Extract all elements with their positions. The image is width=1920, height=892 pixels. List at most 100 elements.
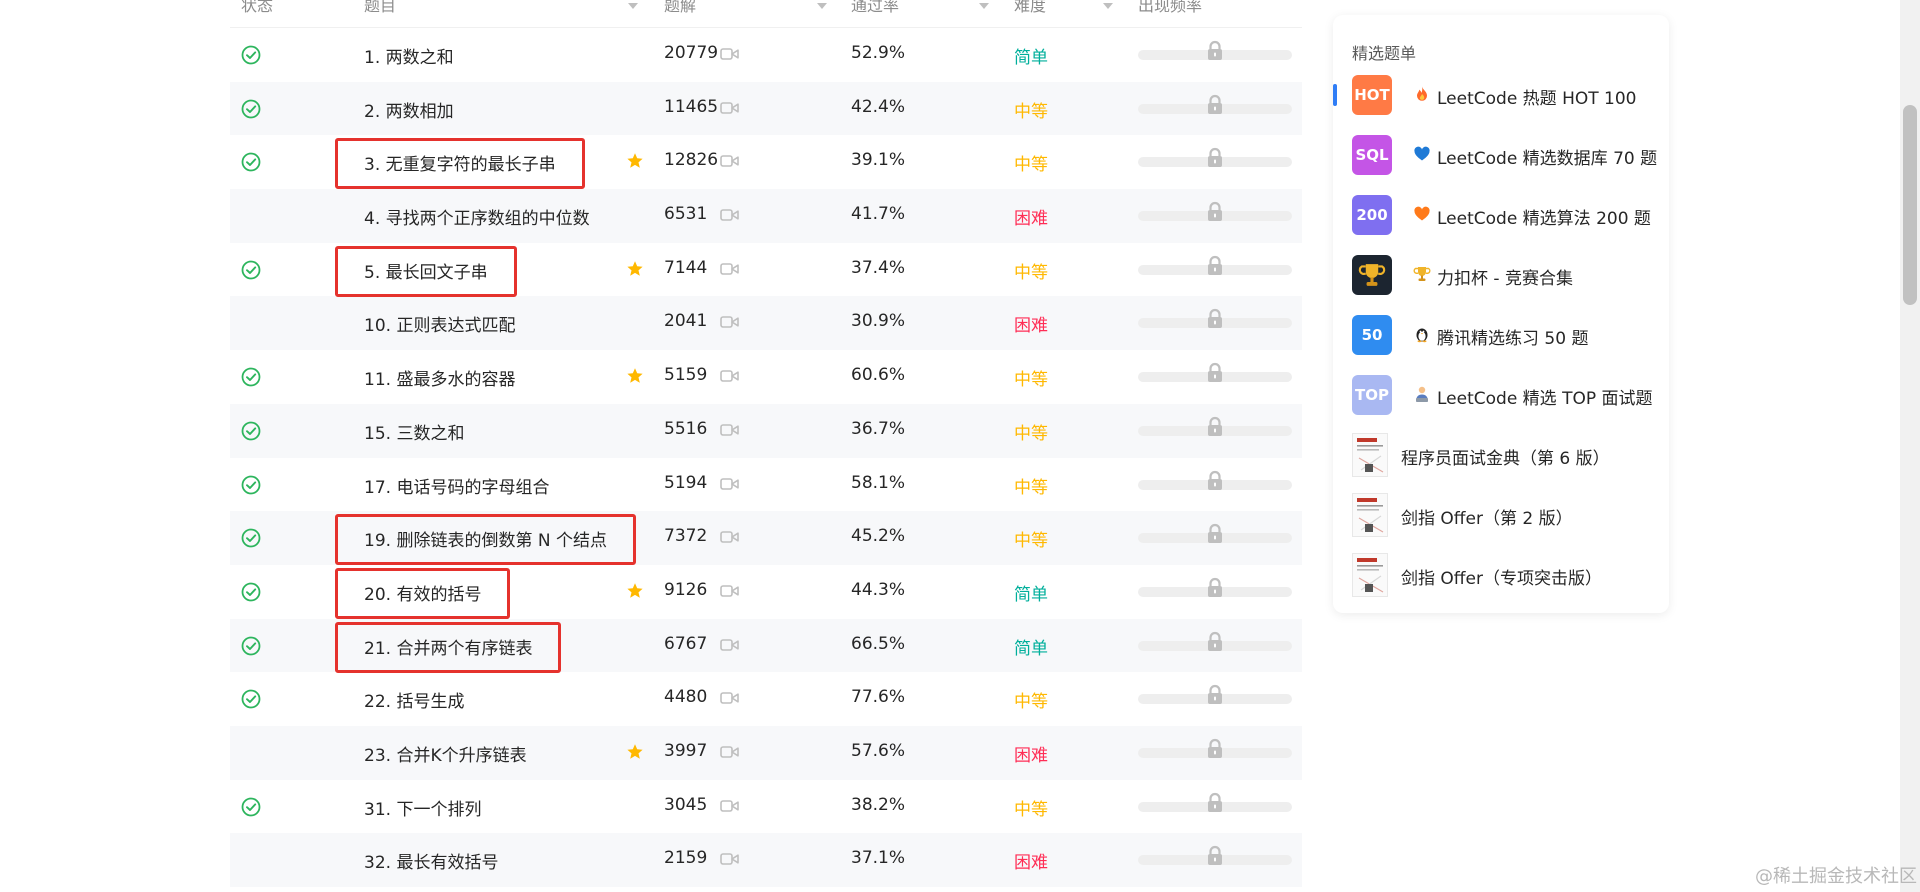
video-icon[interactable] [720, 101, 739, 115]
problem-title-link[interactable]: 10. 正则表达式匹配 [364, 311, 515, 336]
solution-count[interactable]: 20779 [664, 43, 718, 63]
solution-count[interactable]: 4480 [664, 687, 707, 707]
featured-list-item[interactable]: 200 LeetCode 精选算法 200 题 [1333, 193, 1669, 237]
solution-count[interactable]: 5159 [664, 365, 707, 385]
sort-acceptance-icon[interactable] [979, 3, 989, 9]
video-icon[interactable] [720, 208, 739, 222]
sort-difficulty-icon[interactable] [1103, 3, 1113, 9]
featured-list-label[interactable]: LeetCode 精选 TOP 面试题 [1437, 384, 1653, 409]
difficulty-label: 中等 [1014, 262, 1048, 283]
table-row[interactable]: 15. 三数之和 5516 36.7% 中等 [230, 403, 1302, 458]
problem-title-link[interactable]: 15. 三数之和 [364, 419, 464, 444]
table-row[interactable]: 4. 寻找两个正序数组的中位数 6531 41.7% 困难 [230, 189, 1302, 243]
featured-list-label[interactable]: LeetCode 精选算法 200 题 [1437, 204, 1651, 229]
header-status[interactable]: 状态 [241, 0, 273, 16]
book-cover-art [1357, 438, 1384, 473]
problem-title-link[interactable]: 2. 两数相加 [364, 97, 454, 122]
solution-count[interactable]: 2041 [664, 311, 707, 331]
header-title[interactable]: 题目 [364, 0, 396, 16]
table-row[interactable]: 11. 盛最多水的容器 5159 60.6% 中等 [230, 350, 1302, 404]
solution-count[interactable]: 6767 [664, 634, 707, 654]
video-icon[interactable] [720, 530, 739, 544]
list-cover-image [1352, 255, 1392, 295]
table-row[interactable]: 32. 最长有效括号 2159 37.1% 困难 [230, 833, 1302, 887]
solution-count[interactable]: 9126 [664, 580, 707, 600]
scrollbar-thumb[interactable] [1903, 105, 1917, 305]
lock-icon [1208, 577, 1222, 597]
video-icon[interactable] [720, 315, 739, 329]
list-cover-image: SQL [1352, 135, 1392, 175]
video-icon[interactable] [720, 745, 739, 759]
problem-title-link[interactable]: 31. 下一个排列 [364, 795, 481, 820]
solution-count[interactable]: 3045 [664, 795, 707, 815]
blue-heart-icon [1414, 146, 1430, 161]
solution-count[interactable]: 5516 [664, 419, 707, 439]
solution-count[interactable]: 11465 [664, 97, 718, 117]
solution-count[interactable]: 2159 [664, 848, 707, 868]
featured-list-label[interactable]: LeetCode 热题 HOT 100 [1437, 84, 1636, 109]
list-cover-label: HOT [1354, 86, 1390, 104]
solved-check-icon [241, 689, 261, 709]
list-cover-image: HOT [1352, 75, 1392, 115]
featured-list-item[interactable]: 力扣杯 - 竞赛合集 [1333, 253, 1669, 297]
acceptance-rate: 57.6% [851, 740, 906, 761]
sort-title-icon[interactable] [628, 3, 638, 9]
solution-count[interactable]: 7144 [664, 258, 707, 278]
table-row[interactable]: 31. 下一个排列 3045 38.2% 中等 [230, 780, 1302, 834]
difficulty-label: 简单 [1014, 584, 1048, 605]
solution-count[interactable]: 6531 [664, 204, 707, 224]
table-row[interactable]: 22. 括号生成 4480 77.6% 中等 [230, 672, 1302, 726]
header-difficulty[interactable]: 难度 [1014, 0, 1046, 16]
video-icon[interactable] [720, 154, 739, 168]
problem-title-link[interactable]: 23. 合并K个升序链表 [364, 741, 527, 766]
featured-list-item[interactable]: SQL LeetCode 精选数据库 70 题 [1333, 133, 1669, 177]
solution-count[interactable]: 7372 [664, 526, 707, 546]
problem-title-link[interactable]: 4. 寻找两个正序数组的中位数 [364, 204, 590, 229]
solution-count[interactable]: 12826 [664, 150, 718, 170]
header-acceptance[interactable]: 通过率 [851, 0, 899, 16]
featured-lists-panel: 精选题单 HOT LeetCode 热题 HOT 100 SQL LeetCode 精… [1333, 15, 1669, 613]
featured-list-label[interactable]: 力扣杯 - 竞赛合集 [1437, 264, 1573, 289]
problem-title-link[interactable]: 22. 括号生成 [364, 687, 464, 712]
problem-title-link[interactable]: 1. 两数之和 [364, 43, 454, 68]
video-icon[interactable] [720, 477, 739, 491]
solution-count[interactable]: 5194 [664, 473, 707, 493]
featured-list-label[interactable]: LeetCode 精选数据库 70 题 [1437, 144, 1657, 169]
featured-list-label[interactable]: 剑指 Offer（第 2 版） [1401, 504, 1573, 529]
table-row[interactable]: 23. 合并K个升序链表 3997 57.6% 困难 [230, 725, 1302, 780]
video-icon[interactable] [720, 262, 739, 276]
featured-list-item[interactable]: 剑指 Offer（第 2 版） [1333, 493, 1669, 537]
problem-title-link[interactable]: 11. 盛最多水的容器 [364, 365, 515, 390]
problem-title-link[interactable]: 32. 最长有效括号 [364, 848, 498, 873]
featured-list-item[interactable]: HOT LeetCode 热题 HOT 100 [1333, 73, 1669, 117]
video-icon[interactable] [720, 691, 739, 705]
featured-list-item[interactable]: 剑指 Offer（专项突击版） [1333, 553, 1669, 597]
featured-list-label[interactable]: 剑指 Offer（专项突击版） [1401, 564, 1602, 589]
header-solutions[interactable]: 题解 [664, 0, 696, 16]
video-icon[interactable] [720, 369, 739, 383]
featured-list-item[interactable]: TOP LeetCode 精选 TOP 面试题 [1333, 373, 1669, 417]
video-icon[interactable] [720, 852, 739, 866]
acceptance-rate: 42.4% [851, 96, 906, 117]
table-row[interactable]: 1. 两数之和 20779 52.9% 简单 [230, 28, 1302, 82]
header-frequency[interactable]: 出现频率 [1138, 0, 1202, 16]
book-cover-art [1357, 558, 1384, 593]
video-icon[interactable] [720, 423, 739, 437]
solution-count[interactable]: 3997 [664, 741, 707, 761]
solved-check-icon [241, 260, 261, 280]
table-row[interactable]: 2. 两数相加 11465 42.4% 中等 [230, 81, 1302, 136]
video-icon[interactable] [720, 799, 739, 813]
sort-solutions-icon[interactable] [817, 3, 827, 9]
featured-list-label[interactable]: 腾讯精选练习 50 题 [1437, 324, 1588, 349]
video-icon[interactable] [720, 638, 739, 652]
video-icon[interactable] [720, 584, 739, 598]
table-row[interactable]: 10. 正则表达式匹配 2041 30.9% 困难 [230, 296, 1302, 351]
featured-list-item[interactable]: 50 腾讯精选练习 50 题 [1333, 313, 1669, 357]
problem-title-link[interactable]: 17. 电话号码的字母组合 [364, 473, 549, 498]
featured-list-label[interactable]: 程序员面试金典（第 6 版） [1401, 444, 1610, 469]
table-row[interactable]: 17. 电话号码的字母组合 5194 58.1% 中等 [230, 458, 1302, 512]
featured-list-item[interactable]: 程序员面试金典（第 6 版） [1333, 433, 1669, 477]
video-icon[interactable] [720, 47, 739, 61]
book-cover-icon [1352, 493, 1388, 537]
difficulty-label: 简单 [1014, 638, 1048, 659]
